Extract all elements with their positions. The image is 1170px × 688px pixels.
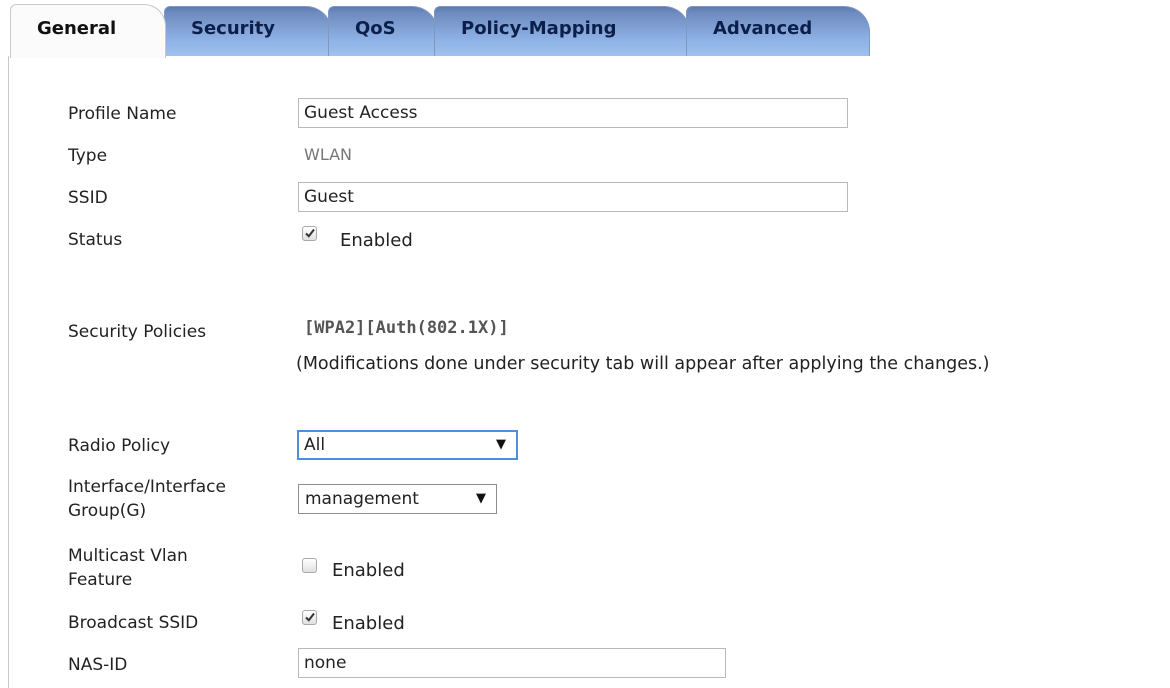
tab-advanced[interactable]: Advanced [686, 6, 870, 56]
type-value: WLAN [304, 145, 353, 164]
nas-id-input[interactable] [298, 648, 726, 678]
tab-policy-mapping[interactable]: Policy-Mapping [434, 6, 690, 56]
broadcast-ssid-label: Broadcast SSID [68, 613, 199, 633]
checkmark-icon [305, 612, 315, 622]
type-label: Type [68, 146, 108, 166]
panel-border [8, 56, 9, 688]
nas-id-label: NAS-ID [68, 655, 128, 675]
security-policies-label: Security Policies [68, 322, 207, 342]
radio-policy-selected: All [304, 435, 326, 455]
interface-group-select[interactable]: management ▼ [298, 484, 497, 514]
interface-group-selected: management [305, 489, 419, 509]
security-policies-note: (Modifications done under security tab w… [296, 354, 990, 374]
multicast-vlan-label-line1: Multicast Vlan [68, 546, 188, 566]
tab-qos-label: QoS [355, 18, 396, 39]
status-label: Status [68, 230, 123, 250]
tab-security-label: Security [191, 18, 276, 39]
ssid-input[interactable] [298, 182, 848, 212]
chevron-down-icon: ▼ [496, 437, 506, 452]
security-policies-value: [WPA2][Auth(802.1X)] [304, 318, 509, 338]
multicast-vlan-enabled-label: Enabled [332, 560, 405, 581]
tab-bar: General Security QoS Policy-Mapping Adva… [0, 0, 1170, 58]
status-checkbox[interactable] [302, 226, 317, 241]
broadcast-ssid-checkbox[interactable] [302, 610, 317, 625]
ssid-label: SSID [68, 188, 108, 208]
tab-policy-mapping-label: Policy-Mapping [461, 18, 617, 39]
tab-advanced-label: Advanced [713, 18, 813, 39]
tab-general-label: General [37, 18, 117, 39]
profile-name-input[interactable] [298, 98, 848, 128]
chevron-down-icon: ▼ [476, 491, 486, 506]
status-enabled-label: Enabled [340, 230, 413, 251]
radio-policy-select[interactable]: All ▼ [297, 430, 518, 460]
interface-group-label-line2: Group(G) [68, 501, 147, 521]
profile-name-label: Profile Name [68, 104, 177, 124]
checkmark-icon [305, 228, 315, 238]
radio-policy-label: Radio Policy [68, 436, 171, 456]
tab-general[interactable]: General [10, 4, 166, 58]
tab-qos[interactable]: QoS [328, 6, 438, 56]
broadcast-ssid-enabled-label: Enabled [332, 613, 405, 634]
interface-group-label-line1: Interface/Interface [68, 477, 226, 497]
multicast-vlan-label-line2: Feature [68, 570, 133, 590]
tab-security[interactable]: Security [164, 6, 332, 56]
multicast-vlan-checkbox[interactable] [302, 558, 317, 573]
